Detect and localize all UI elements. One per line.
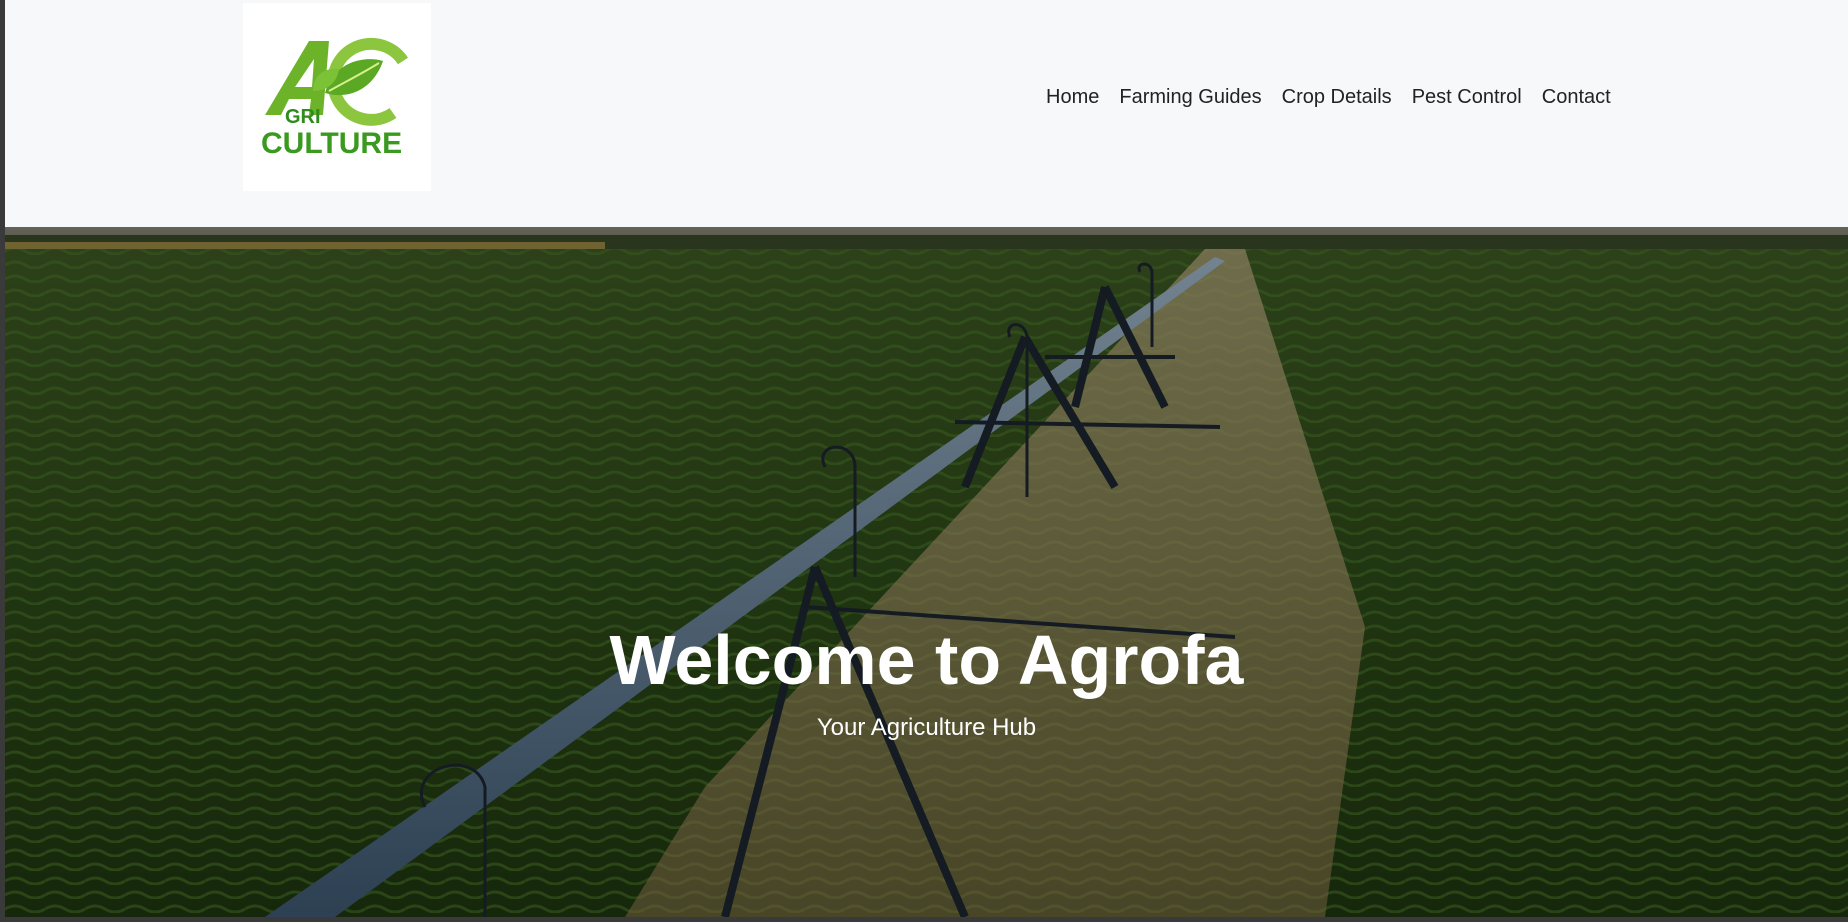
site-header: GRI CULTURE Home Farming Guides Crop Det… [5, 0, 1848, 227]
nav-pest-control[interactable]: Pest Control [1402, 84, 1532, 110]
svg-text:GRI: GRI [285, 106, 321, 128]
agriculture-logo-icon: GRI CULTURE [261, 37, 409, 160]
nav-crop-details[interactable]: Crop Details [1272, 84, 1402, 110]
nav-farming-guides[interactable]: Farming Guides [1109, 84, 1271, 110]
nav-contact[interactable]: Contact [1532, 84, 1621, 110]
main-nav: Home Farming Guides Crop Details Pest Co… [1036, 84, 1621, 110]
hero-banner: Welcome to Agrofa Your Agriculture Hub [5, 227, 1848, 917]
page: GRI CULTURE Home Farming Guides Crop Det… [5, 0, 1848, 917]
nav-home[interactable]: Home [1036, 84, 1109, 110]
hero-subtitle: Your Agriculture Hub [816, 714, 1037, 741]
hero-title: Welcome to Agrofa [609, 621, 1244, 699]
hero-overlay [5, 227, 1848, 917]
site-logo[interactable]: GRI CULTURE [243, 3, 431, 191]
svg-text:CULTURE: CULTURE [261, 127, 402, 160]
